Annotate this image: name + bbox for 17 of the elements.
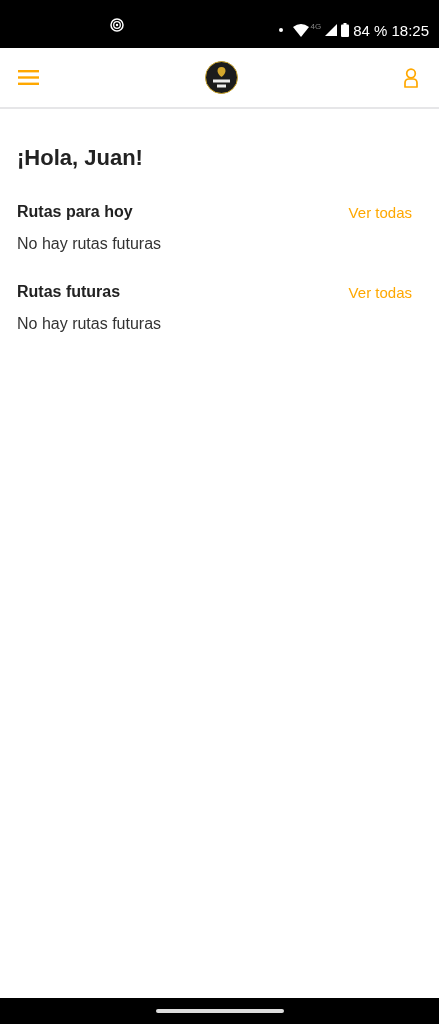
- home-handle[interactable]: [155, 1009, 284, 1013]
- section-title: Rutas futuras: [17, 283, 121, 301]
- greeting: ¡Hola, Juan!: [17, 145, 144, 171]
- section-title: Rutas para hoy: [17, 203, 133, 221]
- view-all-link[interactable]: Ver todas: [348, 283, 412, 301]
- empty-message: No hay rutas futuras: [17, 235, 163, 253]
- target-icon: [110, 18, 124, 32]
- logo-icon: [205, 61, 238, 94]
- empty-message: No hay rutas futuras: [17, 315, 163, 333]
- signal-icon: [325, 24, 338, 36]
- wifi-icon: [292, 23, 309, 37]
- battery-percentage: 84 %: [353, 21, 388, 39]
- clock: 18:25: [391, 21, 429, 39]
- battery-icon: [341, 23, 350, 37]
- network-type: 4G: [310, 21, 322, 31]
- view-all-link[interactable]: Ver todas: [348, 203, 412, 221]
- notification-dot-icon: [278, 28, 283, 32]
